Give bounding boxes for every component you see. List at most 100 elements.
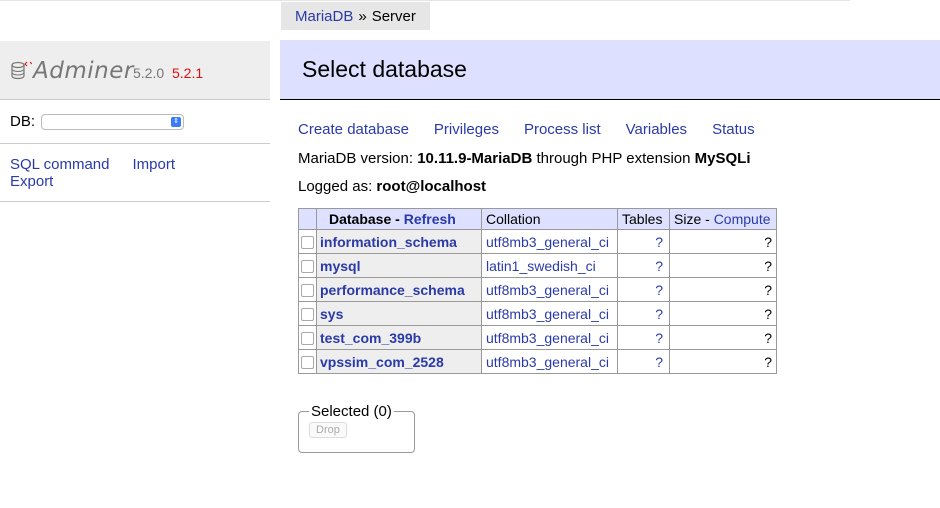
breadcrumb-server-link[interactable]: MariaDB — [295, 8, 353, 25]
tables-count-link[interactable]: ? — [655, 306, 663, 322]
size-cell: ? — [669, 229, 777, 254]
db-select[interactable]: ⇕ — [41, 113, 185, 130]
table-row: information_schema utf8mb3_general_ci ? … — [298, 229, 777, 254]
checkbox-icon[interactable] — [301, 308, 314, 322]
sidebar-header: Adminer 5.2.0 5.2.1 — [0, 41, 270, 100]
collation-link[interactable]: latin1_swedish_ci — [486, 258, 596, 274]
tables-cell: ? — [617, 229, 670, 254]
database-link[interactable]: sys — [320, 306, 343, 322]
server-version-info: MariaDB version: 10.11.9-MariaDB through… — [298, 150, 750, 167]
logged-user: root@localhost — [376, 178, 487, 195]
size-column-header: Size - Compute — [669, 208, 777, 230]
logged-info: Logged as: root@localhost — [298, 178, 486, 195]
size-cell: ? — [669, 325, 777, 350]
database-name-cell: mysql — [316, 253, 482, 278]
row-checkbox-cell — [298, 349, 317, 374]
breadcrumb: MariaDB » Server — [281, 2, 430, 30]
import-link[interactable]: Import — [133, 156, 176, 173]
tables-column-header: Tables — [617, 208, 670, 230]
checkbox-icon[interactable] — [301, 236, 314, 250]
collation-cell: utf8mb3_general_ci — [481, 277, 618, 302]
breadcrumb-current: Server — [371, 7, 416, 25]
logged-prefix: Logged as: — [298, 178, 373, 195]
database-column-header: Database - Refresh — [316, 208, 482, 230]
privileges-link[interactable]: Privileges — [434, 121, 499, 138]
table-row: performance_schema utf8mb3_general_ci ? … — [298, 277, 777, 302]
top-border — [0, 0, 850, 1]
size-cell: ? — [669, 253, 777, 278]
server-version: 10.11.9-MariaDB — [417, 150, 533, 167]
sidebar-divider — [0, 201, 270, 202]
checkbox-icon[interactable] — [301, 284, 314, 298]
database-link[interactable]: information_schema — [320, 234, 457, 250]
collation-cell: latin1_swedish_ci — [481, 253, 618, 278]
row-checkbox-cell — [298, 277, 317, 302]
dropdown-arrow-icon: ⇕ — [171, 116, 182, 127]
collation-link[interactable]: utf8mb3_general_ci — [486, 282, 609, 298]
tables-count-link[interactable]: ? — [655, 354, 663, 370]
collation-cell: utf8mb3_general_ci — [481, 301, 618, 326]
create-database-link[interactable]: Create database — [298, 121, 409, 138]
app-logo-link[interactable]: Adminer — [33, 58, 134, 84]
database-name-cell: vpssim_com_2528 — [316, 349, 482, 374]
page-title: Select database — [302, 56, 467, 82]
size-cell: ? — [669, 277, 777, 302]
selected-legend: Selected (0) — [311, 403, 392, 420]
action-links: Create database Privileges Process list … — [298, 121, 755, 138]
table-row: vpssim_com_2528 utf8mb3_general_ci ? ? — [298, 349, 777, 374]
process-list-link[interactable]: Process list — [524, 121, 601, 138]
collation-cell: utf8mb3_general_ci — [481, 349, 618, 374]
php-extension: MySQLi — [694, 150, 751, 167]
header-dash: - — [391, 211, 404, 227]
compute-link[interactable]: Compute — [714, 211, 771, 227]
size-cell: ? — [669, 349, 777, 374]
collation-link[interactable]: utf8mb3_general_ci — [486, 330, 609, 346]
page-header: Select database — [280, 40, 940, 100]
status-link[interactable]: Status — [712, 121, 755, 138]
drop-button[interactable]: Drop — [309, 422, 347, 438]
database-link[interactable]: vpssim_com_2528 — [320, 354, 444, 370]
row-checkbox-cell — [298, 325, 317, 350]
table-row: sys utf8mb3_general_ci ? ? — [298, 301, 777, 326]
tables-count-link[interactable]: ? — [655, 258, 663, 274]
tables-cell: ? — [617, 325, 670, 350]
collation-link[interactable]: utf8mb3_general_ci — [486, 234, 609, 250]
selected-fieldset: Selected (0) Drop — [298, 403, 415, 453]
table-header-row: Database - Refresh Collation Tables Size… — [298, 208, 777, 230]
version-middle: through PHP extension — [536, 150, 691, 167]
database-name-cell: information_schema — [316, 229, 482, 254]
sql-command-link[interactable]: SQL command — [10, 156, 110, 173]
collation-link[interactable]: utf8mb3_general_ci — [486, 306, 609, 322]
collation-cell: utf8mb3_general_ci — [481, 325, 618, 350]
row-checkbox-cell — [298, 253, 317, 278]
sidebar-links: SQL command Import Export — [10, 156, 175, 190]
refresh-link[interactable]: Refresh — [404, 211, 456, 227]
size-cell: ? — [669, 301, 777, 326]
db-selector-row: DB: ⇕ — [10, 113, 185, 130]
database-name-cell: performance_schema — [316, 277, 482, 302]
tables-cell: ? — [617, 301, 670, 326]
header-dash: - — [701, 211, 714, 227]
checkbox-icon[interactable] — [301, 332, 314, 346]
databases-table: Database - Refresh Collation Tables Size… — [298, 208, 777, 374]
row-checkbox-cell — [298, 229, 317, 254]
new-version-link[interactable]: 5.2.1 — [172, 65, 203, 81]
checkbox-icon[interactable] — [301, 260, 314, 274]
db-label: DB: — [10, 113, 36, 130]
database-link[interactable]: mysql — [320, 258, 360, 274]
checkbox-icon[interactable] — [301, 356, 314, 370]
tables-cell: ? — [617, 253, 670, 278]
select-all-cell — [298, 208, 317, 230]
tables-count-link[interactable]: ? — [655, 282, 663, 298]
variables-link[interactable]: Variables — [626, 121, 687, 138]
database-link[interactable]: test_com_399b — [320, 330, 421, 346]
database-link[interactable]: performance_schema — [320, 282, 465, 298]
tables-cell: ? — [617, 277, 670, 302]
collation-cell: utf8mb3_general_ci — [481, 229, 618, 254]
tables-count-link[interactable]: ? — [655, 234, 663, 250]
tables-count-link[interactable]: ? — [655, 330, 663, 346]
sidebar-divider — [0, 143, 270, 144]
export-link[interactable]: Export — [10, 173, 53, 190]
collation-link[interactable]: utf8mb3_general_ci — [486, 354, 609, 370]
version-text: 5.2.0 — [133, 65, 165, 81]
